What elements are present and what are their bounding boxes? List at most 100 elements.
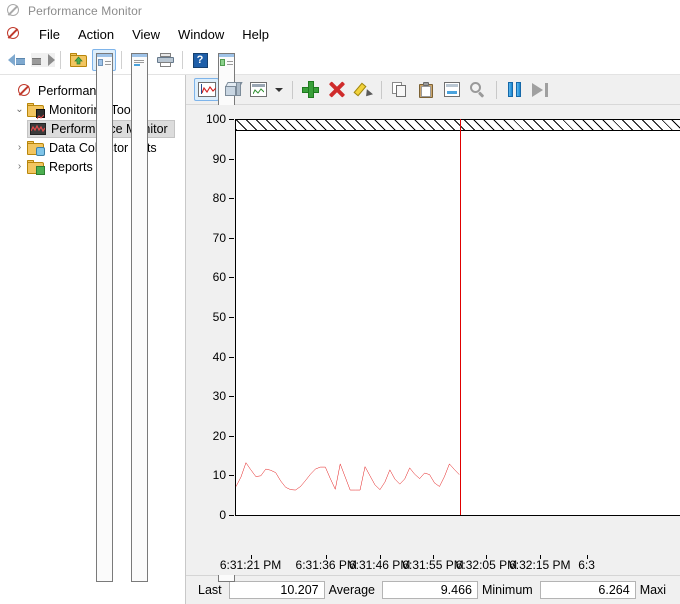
plot-area[interactable]: [235, 119, 680, 516]
folder-chart-icon: [27, 103, 44, 117]
toolbar-separator: [182, 51, 183, 69]
y-axis-tick-label: 0: [219, 508, 226, 522]
menu-help[interactable]: Help: [233, 25, 278, 44]
time-cursor: [460, 119, 462, 515]
toolbar-separator: [292, 81, 293, 99]
x-axis: 6:31:21 PM6:31:36 PM6:31:46 PM6:31:55 PM…: [186, 555, 680, 575]
print-button[interactable]: [153, 49, 177, 71]
system-menu-icon[interactable]: [6, 26, 22, 42]
pause-icon: [507, 82, 523, 97]
x-axis-tick: [486, 555, 487, 559]
tree-item-reports[interactable]: › Reports: [0, 157, 185, 176]
y-axis-tick: [229, 238, 234, 239]
magnifier-icon: [470, 82, 486, 98]
y-axis-tick: [229, 277, 234, 278]
series-line: [236, 119, 680, 515]
printer-icon: [157, 53, 174, 67]
y-axis-tick: [229, 515, 234, 516]
zoom-to-button[interactable]: [465, 78, 490, 101]
no-entry-icon: [17, 83, 33, 98]
tree-item-performance[interactable]: Performance: [0, 81, 185, 100]
x-axis-tick-label: 6:3: [578, 558, 595, 572]
main-toolbar: ?: [0, 46, 680, 75]
perfmon-window: Performance Monitor File Action View Win…: [0, 0, 680, 603]
new-window-button[interactable]: [214, 49, 238, 71]
copy-icon: [392, 82, 408, 97]
y-axis-tick-label: 80: [213, 191, 226, 205]
x-axis-tick-label: 6:31:21 PM: [220, 558, 281, 572]
report-icon: [250, 82, 267, 97]
toolbar-separator: [496, 81, 497, 99]
tree-item-monitoring-tools[interactable]: ⌄ Monitoring Tools: [0, 100, 185, 119]
folder-database-icon: [27, 141, 44, 155]
x-axis-tick-label: 6:32:15 PM: [509, 558, 570, 572]
last-value: 10.207: [229, 581, 325, 599]
y-axis-tick: [229, 357, 234, 358]
last-label: Last: [194, 583, 229, 597]
tree-item-label: Reports: [49, 160, 93, 174]
performance-chart[interactable]: 0102030405060708090100 6:31:21 PM6:31:36…: [186, 105, 680, 575]
folder-report-icon: [27, 160, 44, 174]
x-axis-tick-label: 6:31:46 PM: [349, 558, 410, 572]
green-plus-icon: [302, 81, 319, 98]
delete-counter-button[interactable]: [324, 78, 349, 101]
up-one-level-button[interactable]: [66, 49, 90, 71]
y-axis-tick: [229, 396, 234, 397]
x-axis-tick: [433, 555, 434, 559]
toolbar-separator: [121, 51, 122, 69]
chevron-down-icon[interactable]: ⌄: [12, 102, 27, 117]
help-button[interactable]: ?: [188, 49, 212, 71]
update-data-button[interactable]: [528, 78, 553, 101]
line-graph-icon: [198, 82, 216, 97]
y-axis-tick: [229, 436, 234, 437]
y-axis-tick-label: 40: [213, 350, 226, 364]
x-axis-tick-label: 6:32:05 PM: [456, 558, 517, 572]
copy-properties-button[interactable]: [387, 78, 412, 101]
y-axis: 0102030405060708090100: [186, 105, 234, 575]
tree-item-data-collector-sets[interactable]: › Data Collector Sets: [0, 138, 185, 157]
red-x-icon: [328, 81, 345, 98]
no-entry-icon: [6, 3, 22, 19]
average-label: Average: [325, 583, 382, 597]
console-tree-icon: [96, 53, 113, 68]
new-window-icon: [218, 53, 235, 68]
back-button[interactable]: [5, 49, 29, 71]
tree-item-performance-monitor[interactable]: Performance Monitor: [0, 119, 185, 138]
show-hide-console-tree-button[interactable]: [92, 49, 116, 71]
chevron-right-icon[interactable]: ›: [12, 159, 27, 174]
average-value: 9.466: [382, 581, 478, 599]
properties-button[interactable]: [127, 49, 151, 71]
histogram-cube-icon: [225, 82, 241, 97]
menu-file[interactable]: File: [30, 25, 69, 44]
y-axis-tick-label: 90: [213, 152, 226, 166]
minimum-label: Minimum: [478, 583, 540, 597]
view-line-graph-button[interactable]: [194, 78, 219, 101]
forward-button[interactable]: [31, 49, 55, 71]
y-axis-tick: [229, 159, 234, 160]
add-counter-button[interactable]: [298, 78, 323, 101]
x-axis-tick: [326, 555, 327, 559]
graph-properties-button[interactable]: [439, 78, 464, 101]
freeze-display-button[interactable]: [502, 78, 527, 101]
x-axis-tick: [380, 555, 381, 559]
view-report-button[interactable]: [246, 78, 271, 101]
y-axis-tick-label: 20: [213, 429, 226, 443]
y-axis-tick: [229, 317, 234, 318]
tree-expander-none: [2, 83, 17, 98]
folder-up-icon: [70, 53, 87, 67]
tree-item-label: Monitoring Tools: [49, 103, 140, 117]
change-graph-type-dropdown[interactable]: [272, 78, 286, 101]
perfmon-pane: 0102030405060708090100 6:31:21 PM6:31:36…: [186, 75, 680, 604]
value-bar: Last 10.207 Average 9.466 Minimum 6.264 …: [186, 575, 680, 604]
y-axis-tick: [229, 119, 234, 120]
menu-action[interactable]: Action: [69, 25, 123, 44]
chevron-right-icon[interactable]: ›: [12, 140, 27, 155]
right-arrow-icon: [31, 53, 55, 67]
menu-view[interactable]: View: [123, 25, 169, 44]
paste-counter-list-button[interactable]: [413, 78, 438, 101]
menu-window[interactable]: Window: [169, 25, 233, 44]
highlight-button[interactable]: [350, 78, 375, 101]
x-axis-tick: [587, 555, 588, 559]
properties-panel-icon: [444, 82, 460, 97]
y-axis-tick-label: 50: [213, 310, 226, 324]
